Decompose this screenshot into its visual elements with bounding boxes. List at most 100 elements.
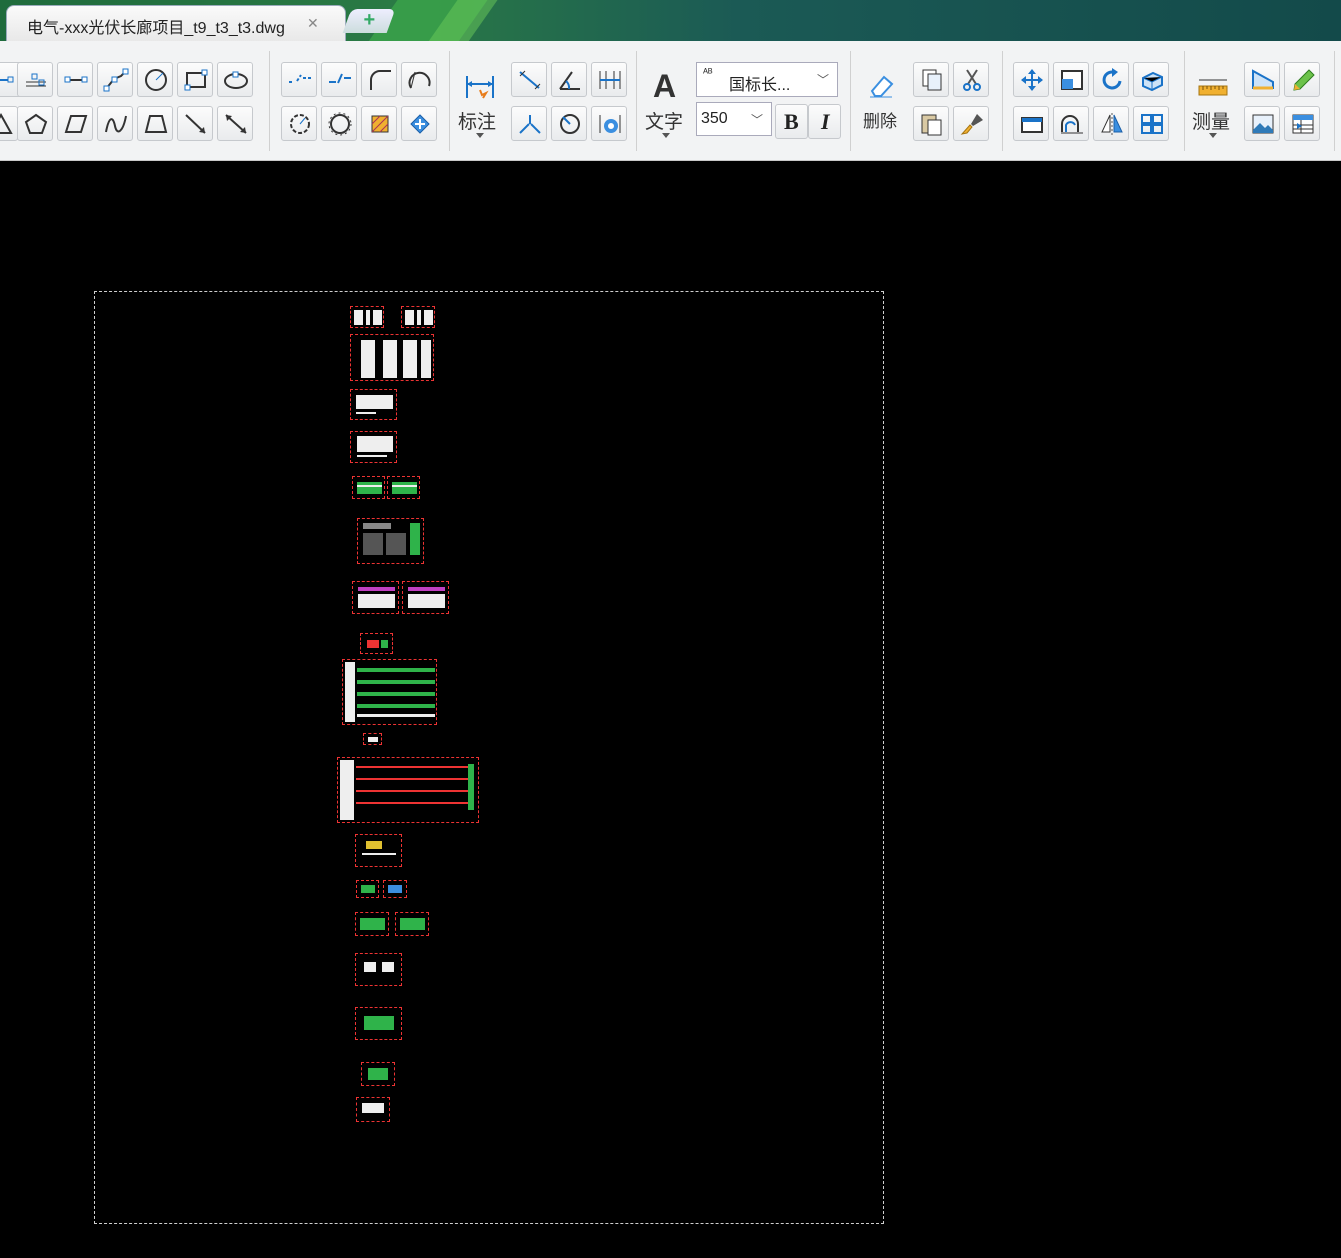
- ray-tool-button[interactable]: [177, 106, 213, 141]
- cloud-tool-button[interactable]: [321, 106, 357, 141]
- toolbar-separator: [1002, 51, 1003, 151]
- document-tab-title: 电气-xxx光伏长廊项目_t9_t3_t3.dwg: [27, 20, 285, 37]
- rectangle-tool-button[interactable]: [177, 62, 213, 97]
- plus-icon: +: [363, 9, 376, 31]
- drawing-sheet[interactable]: [361, 1062, 395, 1086]
- insert-table-icon[interactable]: [1284, 106, 1320, 141]
- document-tab[interactable]: 电气-xxx光伏长廊项目_t9_t3_t3.dwg ✕: [6, 5, 346, 41]
- measure-dropdown-icon[interactable]: [1209, 133, 1217, 138]
- multiline-tool-button[interactable]: [17, 62, 53, 97]
- italic-label: I: [821, 109, 830, 134]
- angular-dimension-button[interactable]: [551, 62, 587, 97]
- drawing-sheet[interactable]: [357, 518, 424, 564]
- freehand-tool-button[interactable]: [97, 106, 133, 141]
- text-size-select[interactable]: 350 ﹀: [696, 102, 772, 136]
- text-dropdown-icon[interactable]: [662, 133, 670, 138]
- pencil-icon[interactable]: [1284, 62, 1320, 97]
- drawing-sheet[interactable]: [395, 912, 429, 936]
- move-icon[interactable]: [1013, 62, 1049, 97]
- new-tab-button[interactable]: +: [342, 9, 396, 33]
- drawing-sheet[interactable]: [355, 834, 402, 867]
- text-style-select[interactable]: ᴬᴮ 国标长... ﹀: [696, 62, 838, 97]
- text-label[interactable]: 文字: [645, 107, 683, 134]
- italic-button[interactable]: I: [808, 104, 841, 139]
- bold-button[interactable]: B: [775, 104, 808, 139]
- region-tool-button[interactable]: [401, 106, 437, 141]
- drawing-sheet[interactable]: [352, 581, 399, 614]
- area-measure-icon[interactable]: [1244, 62, 1280, 97]
- stretch-icon[interactable]: [1013, 106, 1049, 141]
- paste-button[interactable]: [913, 106, 949, 141]
- ribbon-toolbar: 标注 A 文字 ᴬᴮ 国标长... ﹀ 350 ﹀ B I 删除 测量: [0, 41, 1341, 161]
- trapezoid-tool-button[interactable]: [137, 106, 173, 141]
- 3d-box-icon[interactable]: [1133, 62, 1169, 97]
- circle-tool-button[interactable]: [137, 62, 173, 97]
- dimension-style-button[interactable]: [591, 106, 627, 141]
- dimension-label[interactable]: 标注: [458, 107, 496, 134]
- ruler-icon[interactable]: [1198, 74, 1228, 98]
- cut-icon[interactable]: [953, 62, 989, 97]
- xline-tool-button[interactable]: [217, 106, 253, 141]
- spline-tool-button[interactable]: [97, 62, 133, 97]
- scale-icon[interactable]: [1053, 62, 1089, 97]
- measure-label[interactable]: 测量: [1192, 107, 1230, 134]
- fillet-tool-button[interactable]: [361, 62, 397, 97]
- drawing-sheet[interactable]: [350, 306, 384, 328]
- drawing-sheet[interactable]: [350, 389, 397, 420]
- toolbar-separator: [850, 51, 851, 151]
- drawing-sheet[interactable]: [401, 306, 435, 328]
- linear-dimension-button[interactable]: [591, 62, 627, 97]
- copy-button[interactable]: [913, 62, 949, 97]
- ordinate-dimension-button[interactable]: [511, 106, 547, 141]
- insert-image-icon[interactable]: [1244, 106, 1280, 141]
- delete-label[interactable]: 删除: [863, 107, 897, 132]
- drawing-sheet[interactable]: [350, 431, 397, 463]
- drawing-sheet[interactable]: [350, 334, 434, 381]
- drawing-sheet[interactable]: [355, 953, 402, 986]
- drawing-sheet[interactable]: [356, 1097, 390, 1122]
- chevron-down-icon: ﹀: [816, 73, 829, 87]
- break-at-point-button[interactable]: [321, 62, 357, 97]
- toolbar-separator: [449, 51, 450, 151]
- polygon-tool-button[interactable]: [17, 106, 53, 141]
- drawing-canvas[interactable]: [0, 161, 1341, 1258]
- drawing-sheet[interactable]: [355, 912, 389, 936]
- drawing-sheet[interactable]: [387, 476, 420, 499]
- drawing-sheet[interactable]: [360, 633, 393, 654]
- rotate-icon[interactable]: [1093, 62, 1129, 97]
- toolbar-separator: [1334, 51, 1335, 151]
- radius-dimension-button[interactable]: [551, 106, 587, 141]
- text-icon[interactable]: A: [653, 68, 676, 105]
- mirror-icon[interactable]: [1093, 106, 1129, 141]
- drawing-sheet[interactable]: [402, 581, 449, 614]
- ellipse-tool-button[interactable]: [217, 62, 253, 97]
- dimension-dropdown-icon[interactable]: [476, 133, 484, 138]
- aligned-dimension-button[interactable]: [511, 62, 547, 97]
- document-tab-bar: 电气-xxx光伏长廊项目_t9_t3_t3.dwg ✕ +: [0, 0, 1341, 41]
- offset-icon[interactable]: [1053, 106, 1089, 141]
- bold-label: B: [784, 109, 799, 134]
- text-style-value: 国标长...: [729, 77, 791, 94]
- match-properties-icon[interactable]: [953, 106, 989, 141]
- drawing-sheet[interactable]: [383, 880, 407, 898]
- break-tool-button[interactable]: [281, 62, 317, 97]
- dimension-icon[interactable]: [464, 72, 496, 102]
- array-icon[interactable]: [1133, 106, 1169, 141]
- text-style-icon: ᴬᴮ: [703, 67, 713, 79]
- drawing-sheet[interactable]: [342, 659, 437, 725]
- drawing-sheet[interactable]: [363, 733, 382, 745]
- arc-tool-button[interactable]: [401, 62, 437, 97]
- parallelogram-tool-button[interactable]: [57, 106, 93, 141]
- drawing-sheet[interactable]: [355, 1007, 402, 1040]
- drawing-extents-frame: [94, 291, 884, 1224]
- eraser-icon[interactable]: [866, 71, 896, 99]
- line-tool-button[interactable]: [57, 62, 93, 97]
- triangle-tool-button[interactable]: [0, 106, 18, 141]
- revcloud-tool-button[interactable]: [281, 106, 317, 141]
- text-size-value: 350: [701, 110, 728, 127]
- hatch-tool-button[interactable]: [361, 106, 397, 141]
- drawing-sheet[interactable]: [356, 880, 379, 898]
- drawing-sheet[interactable]: [337, 757, 479, 823]
- close-tab-icon[interactable]: ✕: [307, 15, 319, 32]
- drawing-sheet[interactable]: [352, 476, 385, 499]
